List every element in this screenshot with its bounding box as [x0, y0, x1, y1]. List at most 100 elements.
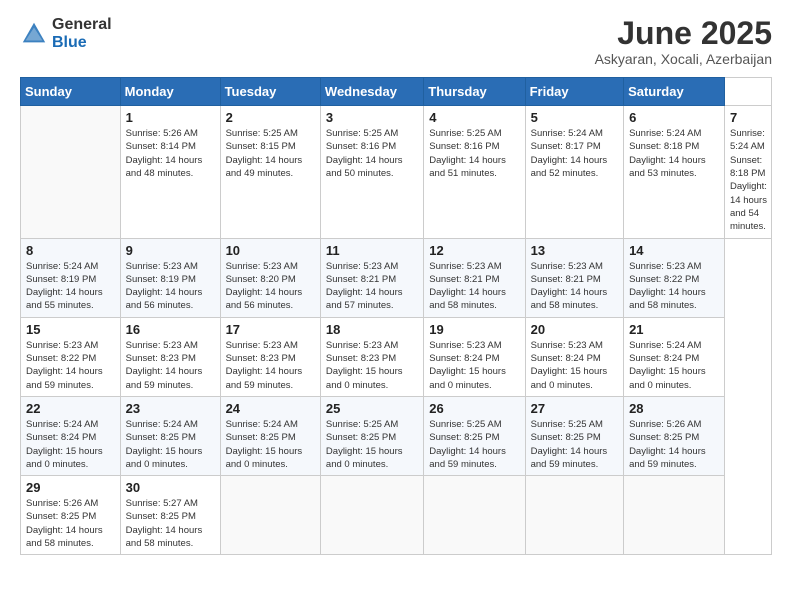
- calendar-day-24: 24 Sunrise: 5:24 AMSunset: 8:25 PMDayligh…: [220, 396, 320, 475]
- calendar-day-27: 27 Sunrise: 5:25 AMSunset: 8:25 PMDayligh…: [525, 396, 623, 475]
- day-info: Sunrise: 5:23 AMSunset: 8:21 PMDaylight:…: [531, 260, 619, 313]
- logo-general: General: [52, 16, 112, 34]
- day-info: Sunrise: 5:24 AMSunset: 8:17 PMDaylight:…: [531, 127, 619, 180]
- calendar-day-23: 23Sunrise: 5:24 AMSunset: 8:25 PMDayligh…: [120, 396, 220, 475]
- calendar-day-29: 29Sunrise: 5:26 AMSunset: 8:25 PMDayligh…: [21, 476, 121, 555]
- calendar-week-3: 15 Sunrise: 5:23 AMSunset: 8:22 PMDayligh…: [21, 317, 772, 396]
- day-number: 17: [226, 322, 316, 337]
- day-number: 3: [326, 110, 419, 125]
- day-info: Sunrise: 5:25 AMSunset: 8:25 PMDaylight:…: [531, 418, 619, 471]
- day-number: 30: [126, 480, 216, 495]
- day-number: 5: [531, 110, 619, 125]
- day-number: 11: [326, 243, 419, 258]
- day-number: 4: [429, 110, 520, 125]
- day-number: 20: [531, 322, 619, 337]
- day-info: Sunrise: 5:25 AMSunset: 8:16 PMDaylight:…: [429, 127, 520, 180]
- day-number: 24: [226, 401, 316, 416]
- calendar-day-16: 16 Sunrise: 5:23 AMSunset: 8:23 PMDayligh…: [120, 317, 220, 396]
- day-number: 23: [126, 401, 216, 416]
- calendar-day-22: 22 Sunrise: 5:24 AMSunset: 8:24 PMDayligh…: [21, 396, 121, 475]
- day-info: Sunrise: 5:23 AMSunset: 8:21 PMDaylight:…: [429, 260, 520, 313]
- calendar-day-5: 5 Sunrise: 5:24 AMSunset: 8:17 PMDaylight…: [525, 106, 623, 238]
- logo: General Blue: [20, 16, 112, 51]
- day-number: 25: [326, 401, 419, 416]
- day-number: 21: [629, 322, 720, 337]
- calendar-day-3: 3 Sunrise: 5:25 AMSunset: 8:16 PMDaylight…: [320, 106, 423, 238]
- day-number: 19: [429, 322, 520, 337]
- day-number: 14: [629, 243, 720, 258]
- page: General Blue June 2025 Askyaran, Xocali,…: [0, 0, 792, 612]
- calendar-day-12: 12 Sunrise: 5:23 AMSunset: 8:21 PMDayligh…: [424, 238, 525, 317]
- day-info: Sunrise: 5:23 AMSunset: 8:24 PMDaylight:…: [531, 339, 619, 392]
- day-header-sunday: Sunday: [21, 78, 121, 106]
- calendar-day-13: 13Sunrise: 5:23 AMSunset: 8:21 PMDayligh…: [525, 238, 623, 317]
- calendar-day-11: 11Sunrise: 5:23 AMSunset: 8:21 PMDayligh…: [320, 238, 423, 317]
- calendar-day-2: 2 Sunrise: 5:25 AMSunset: 8:15 PMDaylight…: [220, 106, 320, 238]
- calendar-day-28: 28 Sunrise: 5:26 AMSunset: 8:25 PMDayligh…: [624, 396, 725, 475]
- day-number: 9: [126, 243, 216, 258]
- day-number: 8: [26, 243, 116, 258]
- empty-cell: [424, 476, 525, 555]
- day-number: 2: [226, 110, 316, 125]
- calendar-day-9: 9Sunrise: 5:23 AMSunset: 8:19 PMDaylight…: [120, 238, 220, 317]
- logo-text: General Blue: [52, 16, 112, 51]
- title-block: June 2025 Askyaran, Xocali, Azerbaijan: [595, 16, 772, 67]
- calendar-day-6: 6 Sunrise: 5:24 AMSunset: 8:18 PMDaylight…: [624, 106, 725, 238]
- calendar-day-8: 8 Sunrise: 5:24 AMSunset: 8:19 PMDaylight…: [21, 238, 121, 317]
- day-number: 10: [226, 243, 316, 258]
- calendar-day-7: 7Sunrise: 5:24 AMSunset: 8:18 PMDaylight…: [724, 106, 771, 238]
- day-info: Sunrise: 5:25 AMSunset: 8:25 PMDaylight:…: [326, 418, 419, 471]
- day-info: Sunrise: 5:24 AMSunset: 8:24 PMDaylight:…: [26, 418, 116, 471]
- logo-blue: Blue: [52, 34, 112, 52]
- day-number: 22: [26, 401, 116, 416]
- logo-icon: [20, 20, 48, 48]
- day-number: 15: [26, 322, 116, 337]
- day-number: 27: [531, 401, 619, 416]
- day-info: Sunrise: 5:26 AMSunset: 8:25 PMDaylight:…: [629, 418, 720, 471]
- empty-cell: [220, 476, 320, 555]
- day-info: Sunrise: 5:27 AMSunset: 8:25 PMDaylight:…: [126, 497, 216, 550]
- day-info: Sunrise: 5:24 AMSunset: 8:24 PMDaylight:…: [629, 339, 720, 392]
- day-info: Sunrise: 5:25 AMSunset: 8:15 PMDaylight:…: [226, 127, 316, 180]
- day-number: 6: [629, 110, 720, 125]
- calendar-day-14: 14Sunrise: 5:23 AMSunset: 8:22 PMDayligh…: [624, 238, 725, 317]
- calendar-week-4: 22 Sunrise: 5:24 AMSunset: 8:24 PMDayligh…: [21, 396, 772, 475]
- location-subtitle: Askyaran, Xocali, Azerbaijan: [595, 51, 772, 67]
- calendar-day-1: 1Sunrise: 5:26 AMSunset: 8:14 PMDaylight…: [120, 106, 220, 238]
- calendar-day-17: 17Sunrise: 5:23 AMSunset: 8:23 PMDayligh…: [220, 317, 320, 396]
- calendar-day-18: 18Sunrise: 5:23 AMSunset: 8:23 PMDayligh…: [320, 317, 423, 396]
- calendar-day-26: 26 Sunrise: 5:25 AMSunset: 8:25 PMDayligh…: [424, 396, 525, 475]
- day-info: Sunrise: 5:24 AMSunset: 8:25 PMDaylight:…: [226, 418, 316, 471]
- calendar-week-5: 29Sunrise: 5:26 AMSunset: 8:25 PMDayligh…: [21, 476, 772, 555]
- empty-cell: [624, 476, 725, 555]
- day-number: 12: [429, 243, 520, 258]
- day-info: Sunrise: 5:25 AMSunset: 8:16 PMDaylight:…: [326, 127, 419, 180]
- empty-cell: [320, 476, 423, 555]
- calendar-body: 1Sunrise: 5:26 AMSunset: 8:14 PMDaylight…: [21, 106, 772, 555]
- month-title: June 2025: [595, 16, 772, 51]
- calendar-day-10: 10 Sunrise: 5:23 AMSunset: 8:20 PMDayligh…: [220, 238, 320, 317]
- day-header-thursday: Thursday: [424, 78, 525, 106]
- calendar-header: SundayMondayTuesdayWednesdayThursdayFrid…: [21, 78, 772, 106]
- day-info: Sunrise: 5:23 AMSunset: 8:20 PMDaylight:…: [226, 260, 316, 313]
- header: General Blue June 2025 Askyaran, Xocali,…: [20, 16, 772, 67]
- calendar-day-15: 15 Sunrise: 5:23 AMSunset: 8:22 PMDayligh…: [21, 317, 121, 396]
- day-number: 28: [629, 401, 720, 416]
- day-info: Sunrise: 5:24 AMSunset: 8:19 PMDaylight:…: [26, 260, 116, 313]
- header-row: SundayMondayTuesdayWednesdayThursdayFrid…: [21, 78, 772, 106]
- calendar-day-25: 25 Sunrise: 5:25 AMSunset: 8:25 PMDayligh…: [320, 396, 423, 475]
- day-info: Sunrise: 5:23 AMSunset: 8:23 PMDaylight:…: [126, 339, 216, 392]
- day-header-saturday: Saturday: [624, 78, 725, 106]
- day-info: Sunrise: 5:23 AMSunset: 8:22 PMDaylight:…: [26, 339, 116, 392]
- day-number: 7: [730, 110, 767, 125]
- day-info: Sunrise: 5:26 AMSunset: 8:25 PMDaylight:…: [26, 497, 116, 550]
- day-info: Sunrise: 5:25 AMSunset: 8:25 PMDaylight:…: [429, 418, 520, 471]
- day-info: Sunrise: 5:24 AMSunset: 8:18 PMDaylight:…: [629, 127, 720, 180]
- day-number: 26: [429, 401, 520, 416]
- calendar-day-19: 19 Sunrise: 5:23 AMSunset: 8:24 PMDayligh…: [424, 317, 525, 396]
- day-info: Sunrise: 5:23 AMSunset: 8:24 PMDaylight:…: [429, 339, 520, 392]
- day-number: 16: [126, 322, 216, 337]
- empty-cell: [21, 106, 121, 238]
- day-number: 18: [326, 322, 419, 337]
- calendar-week-2: 8 Sunrise: 5:24 AMSunset: 8:19 PMDaylight…: [21, 238, 772, 317]
